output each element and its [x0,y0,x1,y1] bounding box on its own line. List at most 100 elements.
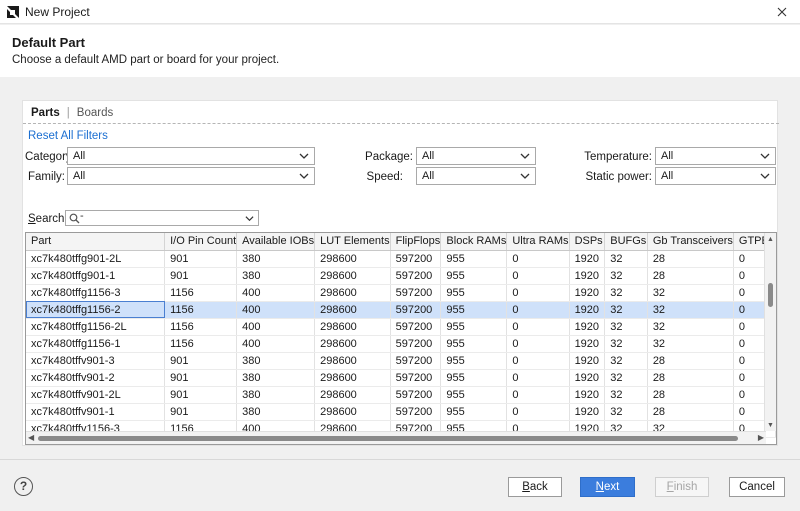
table-cell: 32 [604,369,648,387]
table-cell: 597200 [390,284,442,302]
table-cell: 32 [604,284,648,302]
column-header[interactable]: Ultra RAMs [506,233,570,251]
table-cell: 1920 [569,267,606,285]
close-button[interactable] [764,0,800,24]
parts-grid: Part I/O Pin Count Available IOBs LUT Eleme… [26,233,776,438]
column-header[interactable]: I/O Pin Count [164,233,238,251]
category-label: Category: [25,151,75,163]
category-select[interactable]: All [67,147,315,165]
scroll-left-icon[interactable]: ◀ [28,433,34,442]
column-header[interactable]: FlipFlops [390,233,442,251]
table-cell: 955 [440,352,508,370]
horizontal-scroll-thumb[interactable] [38,436,738,441]
table-cell: 298600 [314,301,391,319]
speed-label: Speed: [366,171,403,183]
table-row[interactable]: xc7k480tffv901-3 901 380 298600 597200 955 0 19… [26,352,776,370]
temperature-select[interactable]: All [655,147,776,165]
table-cell: xc7k480tffv901-2 [26,369,166,387]
table-cell: 1920 [569,335,606,353]
scroll-up-icon[interactable]: ▲ [767,236,774,243]
table-cell: 597200 [390,352,442,370]
column-header[interactable]: LUT Elements [314,233,391,251]
horizontal-scrollbar[interactable]: ◀ ▶ [26,431,766,444]
table-cell: 0 [506,301,570,319]
table-cell: 901 [164,267,238,285]
static-power-select[interactable]: All [655,167,776,185]
next-label: ext [603,481,620,493]
table-row[interactable]: xc7k480tffg1156-3 1156 400 298600 597200 955 0… [26,284,776,302]
table-cell: 1920 [569,284,606,302]
vertical-scrollbar[interactable]: ▲ ▼ [764,233,776,431]
table-row[interactable]: xc7k480tffg1156-1 1156 400 298600 597200 955 0… [26,335,776,353]
scroll-down-icon[interactable]: ▼ [767,422,774,429]
table-cell: 32 [604,386,648,404]
static-power-label: Static power: [585,171,652,183]
back-mnemonic: B [522,481,530,493]
table-cell: 0 [506,352,570,370]
cancel-button[interactable]: Cancel [729,477,785,497]
chevron-down-icon [760,173,770,179]
table-row[interactable]: xc7k480tffg1156-2L 1156 400 298600 597200 955… [26,318,776,336]
table-row[interactable]: xc7k480tffv901-1 901 380 298600 597200 955 0 19… [26,403,776,421]
table-cell: 298600 [314,369,391,387]
dialog-footer: ? Back Next Finish Cancel [0,459,800,511]
table-cell: xc7k480tffv901-3 [26,352,166,370]
family-select[interactable]: All [67,167,315,185]
table-row[interactable]: xc7k480tffv901-2 901 380 298600 597200 955 0 19… [26,369,776,387]
column-header[interactable]: BUFGs [604,233,648,251]
table-row[interactable]: xc7k480tffg1156-2 1156 400 298600 597200 955 0… [26,301,776,319]
column-header[interactable]: Gb Transceivers [647,233,734,251]
table-row[interactable]: xc7k480tffg901-2L 901 380 298600 597200 955 0 1… [26,250,776,268]
table-cell: 597200 [390,318,442,336]
table-cell: 380 [236,352,316,370]
table-cell: 0 [506,386,570,404]
table-cell: 955 [440,250,508,268]
table-cell: 32 [647,284,734,302]
column-header[interactable]: Part [26,233,166,251]
chevron-down-icon [520,173,530,179]
table-cell: 1920 [569,369,606,387]
window-title: New Project [25,4,90,19]
table-cell: 380 [236,267,316,285]
column-header[interactable]: Available IOBs [236,233,316,251]
table-cell: 298600 [314,335,391,353]
search-label-rest: earch: [35,213,68,225]
column-header[interactable]: Block RAMs [440,233,508,251]
table-row[interactable]: xc7k480tffg901-1 901 380 298600 597200 955 0 19… [26,267,776,285]
package-select[interactable]: All [416,147,536,165]
column-header[interactable]: DSPs [569,233,606,251]
search-input[interactable]: - [65,210,259,226]
scroll-right-icon[interactable]: ▶ [758,433,764,442]
table-cell: 32 [604,301,648,319]
back-button[interactable]: Back [508,477,562,497]
table-cell: 0 [506,335,570,353]
table-cell: 298600 [314,267,391,285]
vertical-scroll-thumb[interactable] [768,283,773,307]
table-cell: 1156 [164,318,238,336]
table-cell: 955 [440,267,508,285]
speed-select[interactable]: All [416,167,536,185]
tab-parts[interactable]: Parts [31,107,60,119]
table-header-row: Part I/O Pin Count Available IOBs LUT Eleme… [26,233,776,251]
next-button[interactable]: Next [580,477,635,497]
finish-button[interactable]: Finish [655,477,709,497]
table-cell: 1920 [569,318,606,336]
help-button[interactable]: ? [14,477,33,496]
reset-filters-link[interactable]: Reset All Filters [28,130,108,142]
chevron-down-icon[interactable] [245,214,254,223]
tab-separator: | [66,107,70,119]
table-cell: 0 [506,284,570,302]
speed-value: All [422,170,435,182]
table-cell: 597200 [390,369,442,387]
close-icon [777,7,787,17]
table-cell: 400 [236,318,316,336]
tab-boards[interactable]: Boards [77,107,113,119]
search-icon [69,213,80,224]
parts-table[interactable]: Part I/O Pin Count Available IOBs LUT Eleme… [25,232,777,445]
table-row[interactable]: xc7k480tffv901-2L 901 380 298600 597200 955 0 1… [26,386,776,404]
table-cell: 32 [647,335,734,353]
table-cell: 28 [647,250,734,268]
temperature-value: All [661,150,674,162]
table-cell: 28 [647,403,734,421]
table-cell: 597200 [390,267,442,285]
